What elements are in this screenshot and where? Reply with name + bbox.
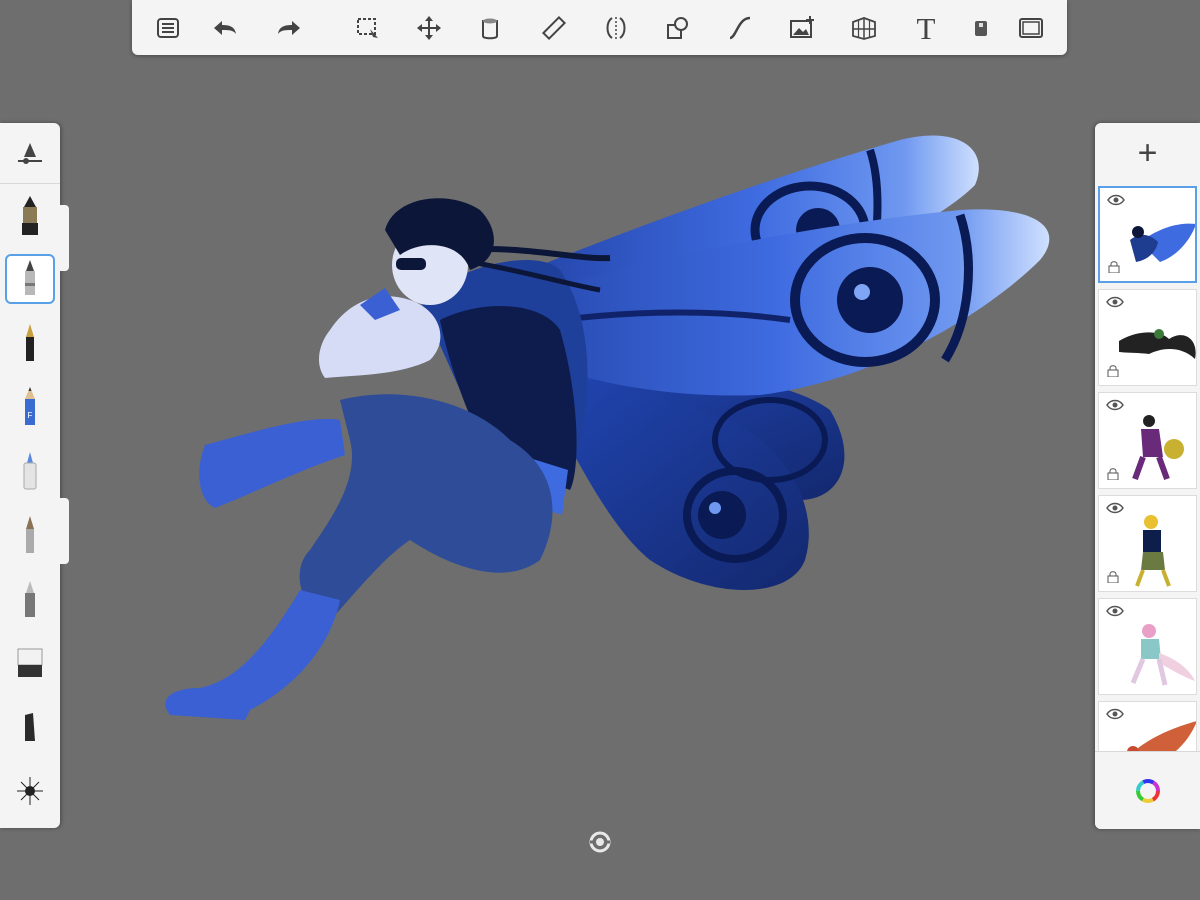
symmetry-icon[interactable] <box>598 10 634 46</box>
ruler-icon[interactable] <box>536 10 572 46</box>
layer-purple-figure[interactable] <box>1098 392 1197 489</box>
palette-scroll-tab-top[interactable] <box>60 205 69 271</box>
layer-yellow-hair-figure[interactable] <box>1098 495 1197 592</box>
top-toolbar: T <box>132 0 1067 55</box>
undo-icon[interactable] <box>206 10 242 46</box>
brush-palette: F <box>0 123 60 828</box>
selection-icon[interactable] <box>350 10 386 46</box>
layer-thumbnail <box>1119 329 1196 359</box>
brush-properties-icon[interactable] <box>5 128 55 178</box>
layer-moth-hero[interactable] <box>1098 186 1197 283</box>
fountain-pen-icon[interactable] <box>5 318 55 368</box>
drawing-canvas[interactable] <box>0 0 1200 900</box>
perspective-grid-icon[interactable] <box>846 10 882 46</box>
pencil-icon[interactable]: F <box>5 382 55 432</box>
inking-pen-icon[interactable] <box>5 510 55 560</box>
layer-thumbnail <box>1132 415 1184 481</box>
splatter-brush-icon[interactable] <box>5 766 55 816</box>
add-image-icon[interactable] <box>784 10 820 46</box>
stroke-curve-icon[interactable] <box>722 10 758 46</box>
color-panel <box>1095 751 1200 829</box>
lock-icon[interactable] <box>1107 468 1119 480</box>
pencil-label: F <box>28 411 33 420</box>
eraser-icon[interactable] <box>5 638 55 688</box>
lock-icon[interactable] <box>1107 571 1119 583</box>
copic-color-icon[interactable] <box>963 10 999 46</box>
add-layer-button[interactable]: + <box>1095 123 1200 183</box>
fill-bucket-icon[interactable] <box>472 10 508 46</box>
redo-icon[interactable] <box>272 10 308 46</box>
marker-icon[interactable] <box>5 446 55 496</box>
color-wheel-icon[interactable] <box>1135 778 1161 804</box>
fullscreen-icon[interactable] <box>1013 10 1049 46</box>
lock-icon[interactable] <box>1107 365 1119 377</box>
layers-panel: + <box>1095 123 1200 829</box>
layer-bird-figure[interactable] <box>1098 289 1197 386</box>
lock-icon[interactable] <box>1108 261 1120 273</box>
layer-thumbnail <box>1135 515 1171 587</box>
layer-thumbnail <box>1130 223 1195 262</box>
palette-divider <box>0 183 60 184</box>
airbrush-icon[interactable] <box>5 190 55 240</box>
artwork-moth-hero <box>165 135 1050 720</box>
shapes-icon[interactable] <box>660 10 696 46</box>
layer-pink-figure[interactable] <box>1098 598 1197 695</box>
layer-thumbnail <box>1130 624 1195 686</box>
menu-list-icon[interactable] <box>150 10 186 46</box>
canvas-rotate-reset-icon[interactable] <box>588 830 612 854</box>
chisel-marker-icon[interactable] <box>5 574 55 624</box>
text-tool-label: T <box>916 10 936 46</box>
blender-icon[interactable] <box>5 702 55 752</box>
text-tool[interactable]: T <box>908 10 944 46</box>
palette-scroll-tab-bottom[interactable] <box>60 498 69 564</box>
ballpoint-pen-icon[interactable] <box>5 254 55 304</box>
transform-icon[interactable] <box>411 10 447 46</box>
